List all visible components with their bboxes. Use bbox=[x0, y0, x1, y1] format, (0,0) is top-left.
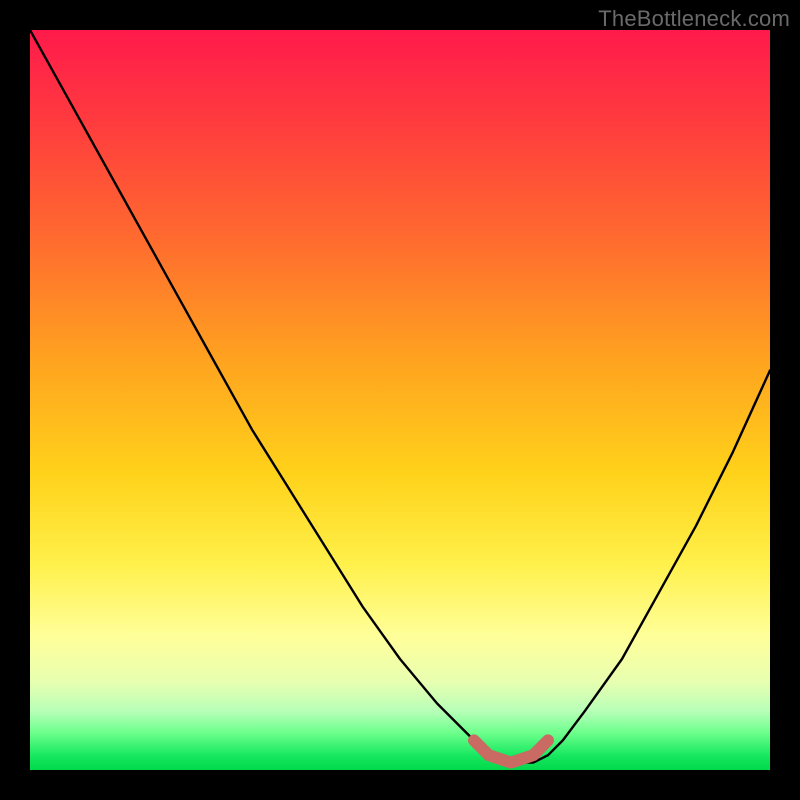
chart-stage: TheBottleneck.com bbox=[0, 0, 800, 800]
plot-area bbox=[30, 30, 770, 770]
optimal-range-marker bbox=[474, 740, 548, 762]
curve-layer bbox=[30, 30, 770, 770]
bottleneck-curve-path bbox=[30, 30, 770, 763]
attribution-text: TheBottleneck.com bbox=[598, 6, 790, 32]
